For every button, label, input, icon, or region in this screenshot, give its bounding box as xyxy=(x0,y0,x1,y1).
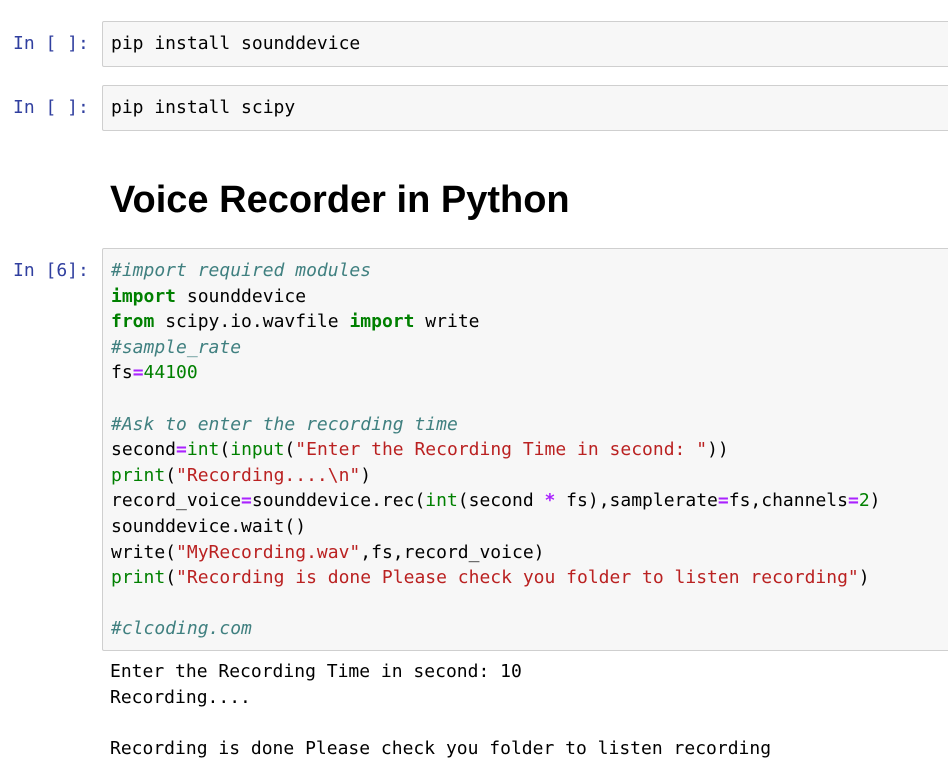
keyword-token: import xyxy=(111,285,177,307)
code-token: fs),samplerate xyxy=(555,490,718,512)
code-token: ,fs,record_voice) xyxy=(360,541,545,563)
code-token: ( xyxy=(219,439,231,461)
builtin-token: input xyxy=(230,439,285,461)
code-token: sounddevice.rec( xyxy=(251,490,426,512)
code-line: second=int(input("Enter the Recording Ti… xyxy=(111,437,881,463)
builtin-token: print xyxy=(111,567,166,589)
cell-prompt: In [ ]: xyxy=(13,33,89,54)
code-token: ( xyxy=(284,439,296,461)
output-line: Enter the Recording Time in second: 10 xyxy=(110,661,522,682)
string-token: "Recording....\n" xyxy=(176,464,361,486)
code-line: #sample_rate xyxy=(111,335,881,361)
code-token: ( xyxy=(165,567,177,589)
builtin-token: int xyxy=(186,439,220,461)
comment-token: #import required modules xyxy=(111,260,372,281)
code-line: #Ask to enter the recording time xyxy=(111,412,881,438)
code-line: fs=44100 xyxy=(111,360,881,386)
code-token: ) xyxy=(858,567,870,589)
operator-token: = xyxy=(241,490,252,512)
number-token: 44100 xyxy=(143,362,198,384)
code-line: pip install scipy xyxy=(111,97,296,118)
code-line: print("Recording....\n") xyxy=(111,463,881,489)
output-line: Recording is done Please check you folde… xyxy=(110,737,772,759)
code-token: scipy.io.wavfile xyxy=(154,311,350,333)
operator-token: = xyxy=(176,439,187,461)
string-token: "MyRecording.wav" xyxy=(176,541,361,563)
comment-token: #clcoding.com xyxy=(111,618,252,640)
cell-prompt: In [ ]: xyxy=(13,97,89,118)
code-token: write( xyxy=(111,541,177,563)
cell-output: Enter the Recording Time in second: 10 Re… xyxy=(110,659,771,761)
code-token: sounddevice.wait() xyxy=(111,515,307,537)
code-token: sounddevice xyxy=(176,285,307,307)
cell-prompt: In [6]: xyxy=(13,260,89,281)
operator-token: = xyxy=(717,490,729,512)
code-token: record_voice xyxy=(111,490,242,512)
code-cell-pip-sounddevice[interactable]: pip install sounddevice xyxy=(102,21,948,67)
keyword-token: from xyxy=(111,311,155,333)
code-line: sounddevice.wait() xyxy=(111,514,881,540)
number-token: 2 xyxy=(858,490,870,512)
operator-token: = xyxy=(847,490,859,512)
string-token: "Enter the Recording Time in second: " xyxy=(295,439,708,461)
code-token: )) xyxy=(707,439,729,461)
code-cell-pip-scipy[interactable]: pip install scipy xyxy=(102,85,948,131)
code-cell-voice-recorder[interactable]: #import required modules import sounddevi… xyxy=(102,248,948,651)
code-token: second xyxy=(111,439,177,461)
builtin-token: int xyxy=(425,490,458,512)
code-line: #import required modules xyxy=(111,258,881,284)
code-token: ) xyxy=(869,490,881,512)
code-editor[interactable]: #import required modules import sounddevi… xyxy=(111,258,881,642)
markdown-heading: Voice Recorder in Python xyxy=(110,179,570,221)
code-line: #clcoding.com xyxy=(111,616,881,642)
code-token: (second xyxy=(457,490,545,512)
output-line: Recording.... xyxy=(110,686,251,708)
code-line: pip install sounddevice xyxy=(111,33,361,54)
code-line: from scipy.io.wavfile import write xyxy=(111,309,881,335)
code-line: print("Recording is done Please check yo… xyxy=(111,565,881,591)
builtin-token: print xyxy=(111,464,166,486)
code-token: fs,channels xyxy=(728,490,848,512)
comment-token: #Ask to enter the recording time xyxy=(111,413,458,435)
code-token: fs xyxy=(111,362,133,384)
code-token: write xyxy=(414,311,480,333)
code-line: record_voice=sounddevice.rec(int(second … xyxy=(111,488,881,514)
keyword-token: import xyxy=(349,311,415,333)
comment-token: #sample_rate xyxy=(111,336,242,358)
code-line: import sounddevice xyxy=(111,284,881,310)
string-token: "Recording is done Please check you fold… xyxy=(176,567,859,589)
operator-token: = xyxy=(132,362,144,384)
code-token: ( xyxy=(165,464,177,486)
code-token: ) xyxy=(360,464,372,486)
operator-token: * xyxy=(544,490,556,512)
code-line: write("MyRecording.wav",fs,record_voice) xyxy=(111,540,881,566)
